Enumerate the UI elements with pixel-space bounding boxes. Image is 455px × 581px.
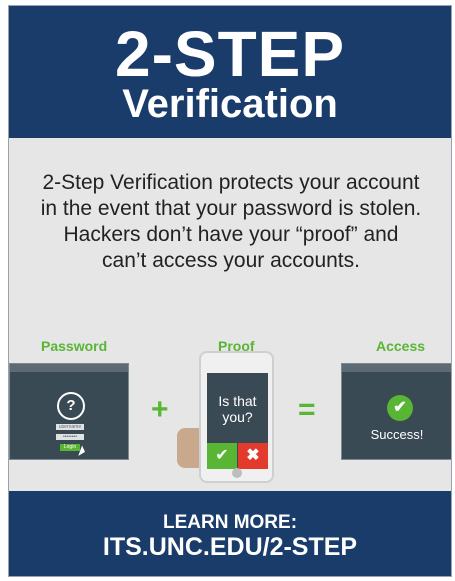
proof-prompt: Is that you? [218, 393, 257, 425]
poster: 2-STEP Verification 2-Step Verification … [8, 5, 452, 577]
learn-more-label: LEARN MORE: [162, 512, 298, 533]
question-icon: ? [57, 392, 85, 420]
deny-button: ✖ [238, 443, 268, 469]
password-field: •••••••• [56, 434, 84, 440]
window-bar [10, 364, 128, 372]
password-screen: ? username •••••••• Login [9, 363, 129, 460]
header-band: 2-STEP Verification [9, 6, 451, 138]
learn-more-url: ITS.UNC.EDU/2-STEP [102, 533, 358, 561]
plus-sign: + [151, 393, 169, 426]
home-button [232, 468, 242, 478]
title: 2-STEP [114, 18, 346, 90]
description: 2-Step Verification protects your accoun… [40, 171, 422, 272]
access-label: Access [376, 338, 426, 354]
success-message: Success! [370, 427, 424, 442]
checkmark-icon: ✔ [387, 395, 413, 421]
username-field: username [56, 424, 84, 430]
phone-screen: Is that you? ✔ ✖ [207, 373, 268, 469]
content-area: 2-Step Verification protects your accoun… [9, 138, 451, 491]
equals-sign: = [298, 393, 316, 426]
access-screen: ✔ Success! [341, 363, 451, 460]
login-button: Login [60, 444, 80, 451]
phone: Is that you? ✔ ✖ [199, 351, 274, 483]
subtitle: Verification [122, 82, 338, 126]
approve-button: ✔ [207, 443, 237, 469]
password-label: Password [41, 338, 108, 354]
footer-band: LEARN MORE: ITS.UNC.EDU/2-STEP [9, 491, 451, 576]
window-bar [342, 364, 451, 372]
